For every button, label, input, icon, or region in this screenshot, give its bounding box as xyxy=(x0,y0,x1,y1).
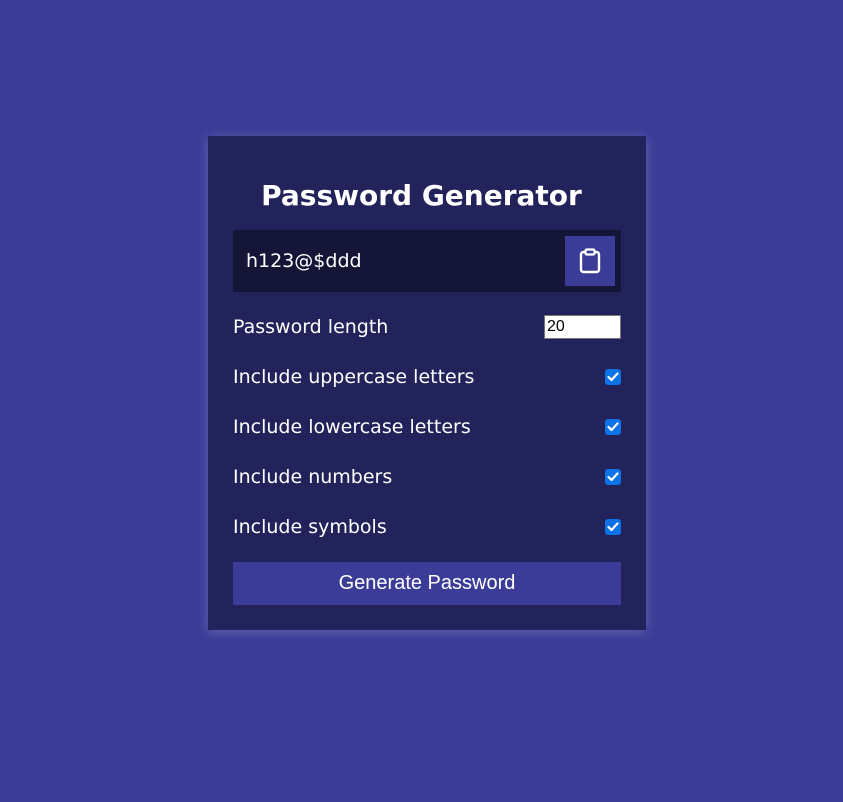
generate-password-button[interactable]: Generate Password xyxy=(233,562,621,605)
uppercase-label: Include uppercase letters xyxy=(233,366,475,388)
password-result-container: h123@$ddd xyxy=(233,230,621,292)
setting-lowercase: Include lowercase letters xyxy=(233,412,621,442)
setting-uppercase: Include uppercase letters xyxy=(233,362,621,392)
clipboard-icon xyxy=(579,248,601,274)
password-length-label: Password length xyxy=(233,316,389,338)
lowercase-label: Include lowercase letters xyxy=(233,416,471,438)
password-length-input[interactable] xyxy=(544,315,621,339)
copy-to-clipboard-button[interactable] xyxy=(565,236,615,286)
numbers-checkbox[interactable] xyxy=(605,469,621,485)
symbols-label: Include symbols xyxy=(233,516,387,538)
password-result-text[interactable]: h123@$ddd xyxy=(246,230,362,292)
page-title: Password Generator xyxy=(261,179,582,212)
checkmark-icon xyxy=(607,372,619,382)
setting-password-length: Password length xyxy=(233,312,621,342)
symbols-checkbox[interactable] xyxy=(605,519,621,535)
setting-symbols: Include symbols xyxy=(233,512,621,542)
numbers-label: Include numbers xyxy=(233,466,393,488)
lowercase-checkbox[interactable] xyxy=(605,419,621,435)
checkmark-icon xyxy=(607,472,619,482)
checkmark-icon xyxy=(607,422,619,432)
uppercase-checkbox[interactable] xyxy=(605,369,621,385)
setting-numbers: Include numbers xyxy=(233,462,621,492)
checkmark-icon xyxy=(607,522,619,532)
